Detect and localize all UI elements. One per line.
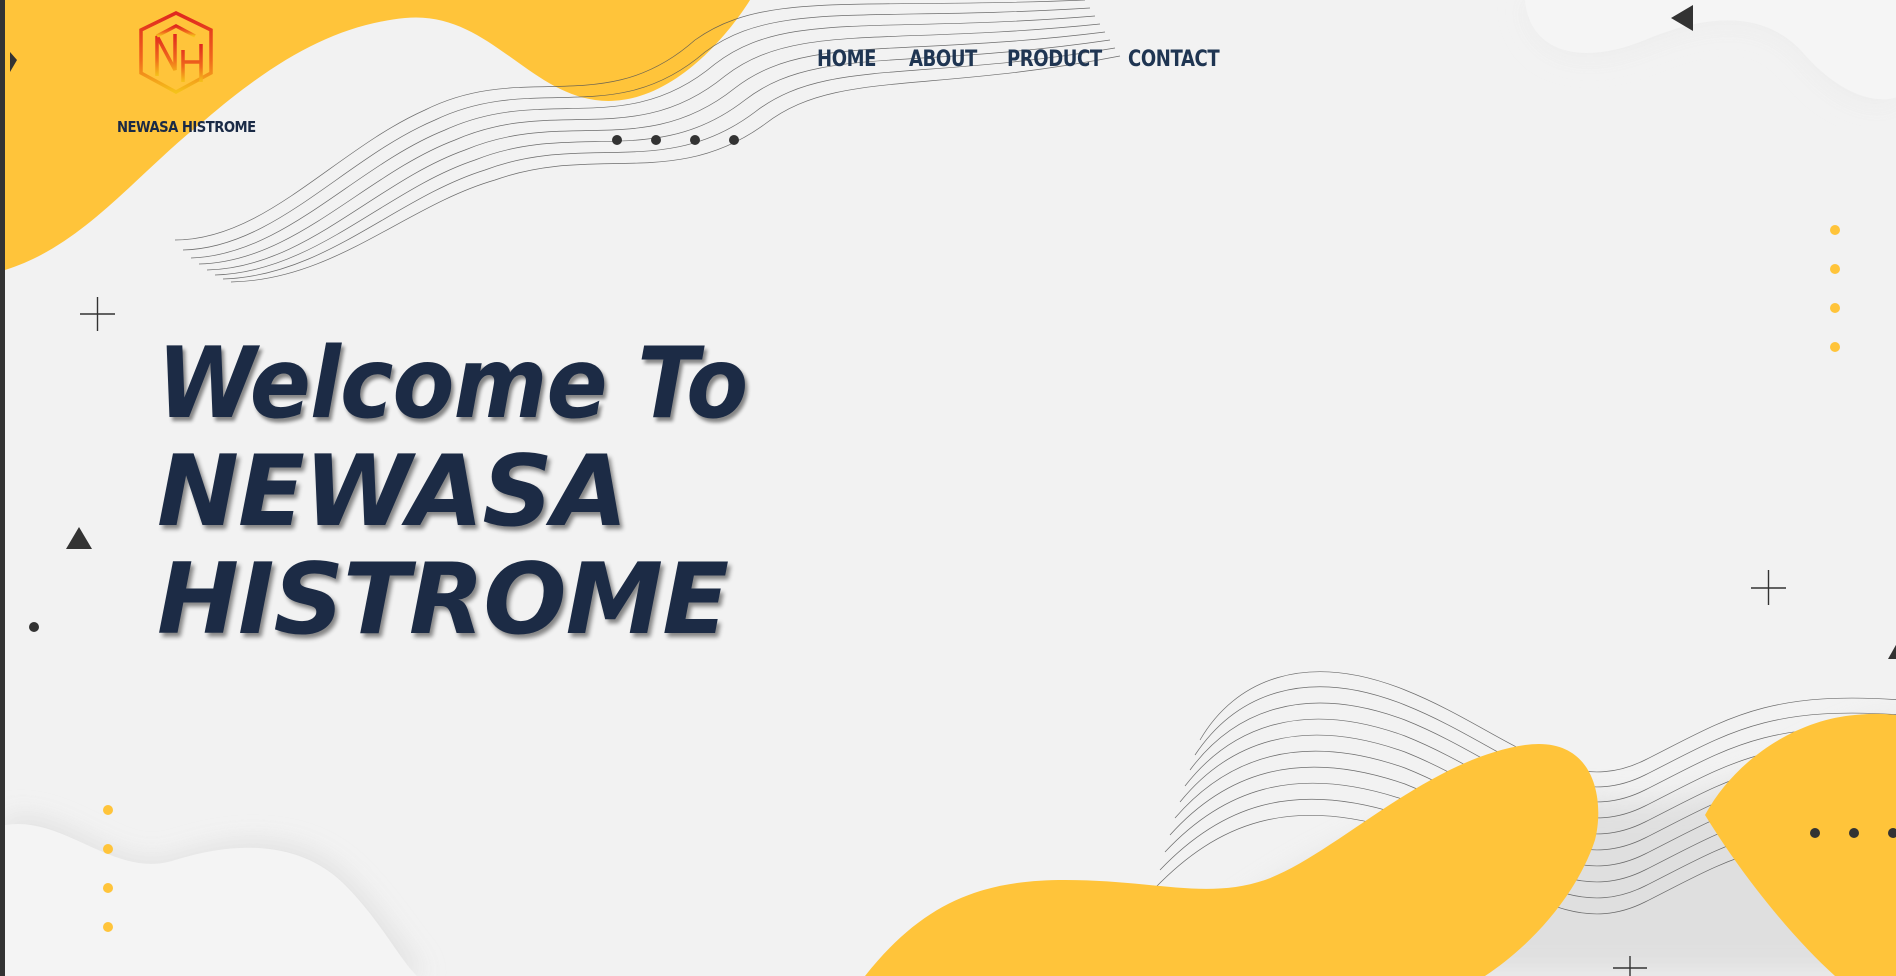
hero-heading: Welcome To NEWASA HISTROME: [157, 330, 799, 654]
nav-item-about[interactable]: ABOUT: [909, 47, 989, 72]
dot-column-right: [1830, 225, 1840, 352]
logo-mark-icon: [139, 11, 213, 94]
hero-line-brand-first: NEWASA: [157, 435, 628, 549]
nav-item-product[interactable]: PRODUCT: [1007, 47, 1106, 72]
landing-page: NEWASA HISTROME HOME ABOUT PRODUCT CONTA…: [0, 0, 1896, 976]
dot-row-top: [612, 135, 739, 145]
small-dot-left: [29, 622, 39, 632]
main-navigation: HOME ABOUT PRODUCT CONTACT: [817, 47, 1238, 72]
brand-logo[interactable]: NEWASA HISTROME: [117, 10, 256, 140]
brand-name: NEWASA HISTROME: [117, 118, 256, 136]
yellow-blob-bottom-center: [865, 743, 1599, 976]
nav-item-home[interactable]: HOME: [817, 47, 892, 72]
nav-item-contact[interactable]: CONTACT: [1128, 47, 1220, 72]
hero-line-welcome: Welcome To: [157, 327, 748, 441]
hero-line-brand-second: HISTROME: [157, 543, 729, 657]
